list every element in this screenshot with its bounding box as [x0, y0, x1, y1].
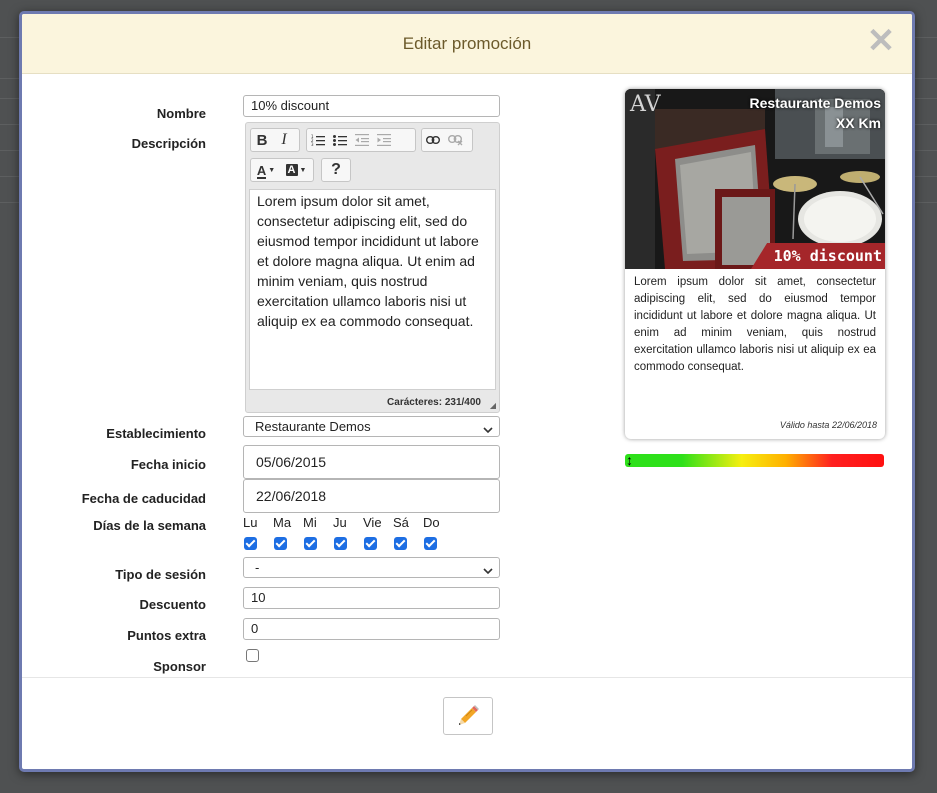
day-checkbox[interactable]: [394, 537, 407, 550]
help-group: ?: [321, 158, 351, 182]
day-label: Ju: [333, 515, 347, 530]
label-fecha-inicio: Fecha inicio: [130, 457, 206, 472]
label-puntos-extra: Puntos extra: [127, 628, 206, 643]
fecha-inicio-input[interactable]: 05/06/2015: [243, 445, 500, 479]
highlight-color-icon[interactable]: A ▼: [281, 159, 311, 181]
day-label: Do: [423, 515, 440, 530]
resize-grip-icon[interactable]: ◢: [490, 401, 496, 410]
tipo-sesion-select[interactable]: -: [243, 557, 500, 578]
modal-title: Editar promoción: [402, 34, 532, 53]
day-checkbox[interactable]: [304, 537, 317, 550]
font-color-icon[interactable]: A ▼: [251, 159, 281, 181]
edit-promotion-modal: Editar promoción ✕ Nombre Descripción Es…: [19, 11, 915, 772]
day-checkbox[interactable]: [424, 537, 437, 550]
preview-logo: AV: [630, 92, 661, 117]
outdent-icon[interactable]: [351, 129, 373, 151]
label-sponsor: Sponsor: [153, 659, 206, 674]
day-checkbox[interactable]: [364, 537, 377, 550]
format-group: B I: [250, 128, 300, 152]
preview-venue: Restaurante Demos: [749, 95, 882, 111]
label-tipo-sesion: Tipo de sesión: [115, 567, 206, 582]
gauge-handle-icon[interactable]: ↕: [626, 452, 633, 468]
establecimiento-value: Restaurante Demos: [255, 419, 371, 434]
description-textarea[interactable]: Lorem ipsum dolor sit amet, consectetur …: [249, 189, 496, 390]
footer-divider: [22, 677, 912, 678]
preview-valid-until: Válido hasta 22/06/2018: [779, 420, 877, 430]
italic-button[interactable]: I: [273, 129, 295, 151]
puntos-extra-input[interactable]: 0: [243, 618, 500, 640]
day-checkbox[interactable]: [244, 537, 257, 550]
descuento-input[interactable]: 10: [243, 587, 500, 609]
day-checkbox[interactable]: [334, 537, 347, 550]
link-icon[interactable]: [422, 129, 444, 151]
day-label: Sá: [393, 515, 409, 530]
chevron-down-icon: [483, 422, 493, 441]
help-button[interactable]: ?: [322, 159, 350, 181]
day-label: Lu: [243, 515, 258, 530]
day-label: Mi: [303, 515, 317, 530]
preview-description: Lorem ipsum dolor sit amet, consectetur …: [634, 276, 876, 373]
svg-text:3: 3: [311, 142, 314, 146]
fecha-caducidad-input[interactable]: 22/06/2018: [243, 479, 500, 513]
chevron-down-icon: [483, 563, 493, 582]
day-checkbox[interactable]: [274, 537, 287, 550]
nombre-input[interactable]: 10% discount: [243, 95, 500, 117]
close-icon[interactable]: ✕: [866, 24, 896, 58]
label-descripcion: Descripción: [131, 136, 206, 151]
description-editor: B I 123 A ▼ A ▼ ? Lorem ipsum dolor sit …: [245, 122, 500, 413]
indent-icon[interactable]: [373, 129, 395, 151]
establecimiento-select[interactable]: Restaurante Demos: [243, 416, 500, 437]
day-label: Ma: [273, 515, 292, 530]
bold-button[interactable]: B: [251, 129, 273, 151]
unordered-list-icon[interactable]: [329, 129, 351, 151]
list-group: 123: [306, 128, 416, 152]
unlink-icon[interactable]: [444, 129, 466, 151]
preview-header: Restaurante Demos XX Km: [750, 93, 882, 133]
label-establecimiento: Establecimiento: [106, 426, 206, 441]
label-fecha-caducidad: Fecha de caducidad: [81, 491, 206, 506]
day-label: Vie: [363, 515, 382, 530]
tipo-sesion-value: -: [255, 560, 260, 575]
popularity-gauge: ↕: [625, 452, 884, 468]
color-group: A ▼ A ▼: [250, 158, 314, 182]
promotion-preview-card: AV Restaurante Demos XX Km 10% discount …: [625, 89, 885, 439]
edit-save-button[interactable]: [443, 697, 493, 735]
label-nombre: Nombre: [156, 106, 206, 121]
ordered-list-icon[interactable]: 123: [307, 129, 329, 151]
pencil-icon: [457, 703, 479, 730]
link-group: [421, 128, 473, 152]
label-dias-semana: Días de la semana: [93, 518, 206, 533]
preview-image: AV Restaurante Demos XX Km 10% discount: [625, 89, 885, 269]
modal-header: Editar promoción ✕: [22, 14, 912, 74]
sponsor-checkbox[interactable]: [246, 649, 259, 662]
char-count: Carácteres: 231/400: [387, 397, 481, 408]
preview-badge: 10% discount: [773, 247, 882, 265]
label-descuento: Descuento: [139, 597, 206, 612]
preview-distance: XX Km: [835, 115, 881, 131]
